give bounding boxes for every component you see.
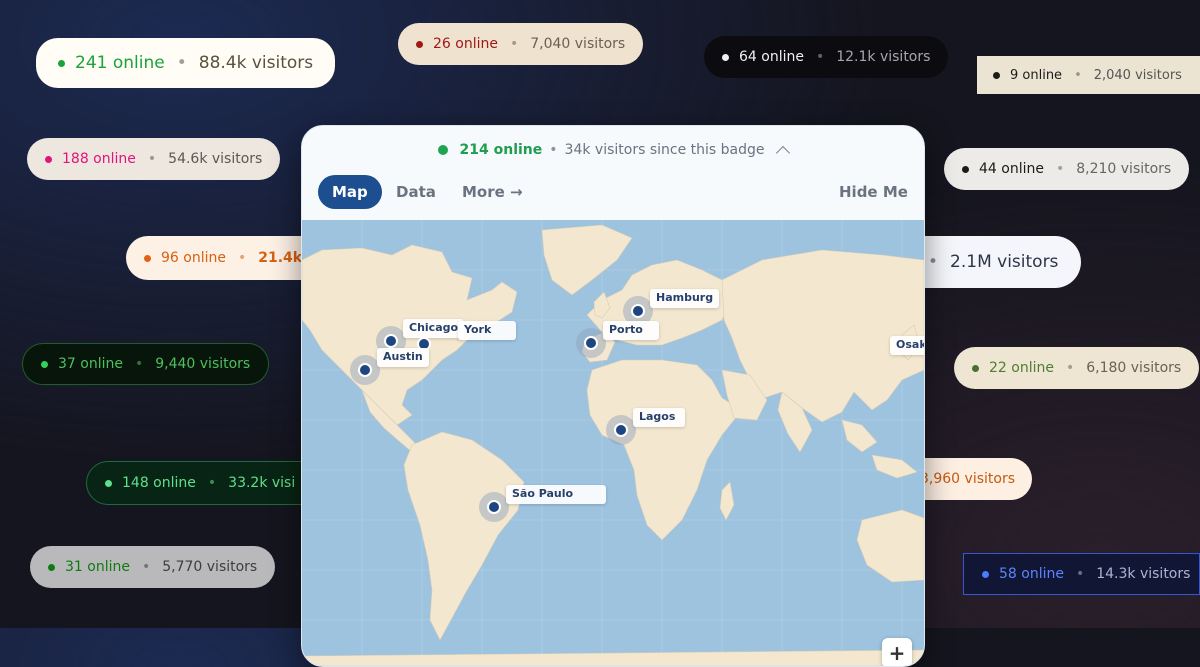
- city-label: São Paulo: [506, 485, 606, 504]
- badge-separator: •: [176, 53, 187, 73]
- status-dot-icon: [41, 360, 48, 368]
- badge-separator: •: [134, 356, 144, 372]
- marker-dot: [631, 304, 645, 318]
- badge-online: 58 online: [999, 566, 1064, 582]
- city-label: Hamburg: [650, 289, 720, 308]
- badge-visitors: 7,040 visitors: [530, 36, 626, 52]
- badge-separator: •: [1055, 161, 1065, 177]
- badge-online: 44 online: [979, 161, 1044, 177]
- visitor-badge[interactable]: 241 online • 88.4k visitors: [36, 38, 336, 88]
- badge-online: 37 online: [58, 356, 123, 372]
- badge-online: 241 online: [75, 53, 165, 73]
- badge-separator: •: [207, 475, 217, 491]
- visitor-badge[interactable]: • 2.1M visitors: [900, 236, 1081, 288]
- visitor-badge[interactable]: 148 online • 33.2k visi: [86, 461, 302, 505]
- badge-separator: •: [1074, 67, 1082, 83]
- widget-header: 214 online • 34k visitors since this bad…: [302, 126, 924, 174]
- badge-visitors: 14.3k visitors: [1096, 566, 1191, 582]
- badge-visitors: 21.4k: [258, 250, 303, 266]
- status-dot-icon: [982, 570, 989, 578]
- badge-separator: •: [928, 252, 939, 272]
- visitor-badge[interactable]: 188 online • 54.6k visitors: [27, 138, 281, 180]
- tab-map[interactable]: Map: [318, 175, 382, 209]
- tab-more[interactable]: More →: [462, 175, 523, 209]
- widget-visitors-since: 34k visitors since this badge: [564, 142, 765, 158]
- world-map[interactable]: Chicago York Austin Hamburg Porto Lagos: [302, 220, 924, 666]
- chevron-up-icon[interactable]: [776, 145, 791, 160]
- city-label: Osak: [890, 336, 924, 355]
- widget-tabs: Map Data More → Hide Me: [302, 174, 924, 220]
- badge-visitors: 3,960 visitors: [920, 471, 1015, 487]
- status-dot-icon: [58, 59, 65, 67]
- badge-visitors: 12.1k visitors: [836, 49, 931, 65]
- status-dot-icon: [144, 254, 151, 262]
- plus-icon[interactable]: +: [882, 638, 912, 666]
- status-dot-icon: [962, 165, 969, 173]
- badge-online: 22 online: [989, 360, 1054, 376]
- status-dot-icon: [993, 71, 1000, 79]
- badge-visitors: 88.4k visitors: [198, 53, 314, 73]
- city-label: Porto: [603, 321, 659, 340]
- status-dot-icon: [416, 40, 423, 48]
- badge-separator: •: [509, 36, 519, 52]
- visitor-widget: 214 online • 34k visitors since this bad…: [301, 125, 925, 667]
- badge-separator: •: [237, 250, 247, 266]
- badge-separator: •: [1075, 566, 1085, 582]
- badge-online: 148 online: [122, 475, 196, 491]
- badge-online: 26 online: [433, 36, 498, 52]
- visitor-badge[interactable]: 96 online • 21.4k: [126, 236, 326, 280]
- status-dot-icon: [722, 53, 729, 61]
- marker-dot: [384, 334, 398, 348]
- marker-dot: [487, 500, 501, 514]
- badge-visitors: 8,210 visitors: [1076, 161, 1172, 177]
- green-dot-icon: [437, 145, 448, 155]
- badge-separator: •: [147, 151, 157, 167]
- badge-visitors: 33.2k visi: [228, 475, 296, 491]
- visitor-badge[interactable]: 26 online • 7,040 visitors: [398, 23, 644, 65]
- badge-separator: •: [1065, 360, 1075, 376]
- visitor-badge[interactable]: 9 online • 2,040 visitors: [977, 56, 1200, 94]
- status-dot-icon: [45, 155, 52, 163]
- badge-visitors: 2.1M visitors: [950, 252, 1059, 272]
- city-label: Chicago: [403, 319, 465, 338]
- badge-online: 64 online: [739, 49, 804, 65]
- city-label: York: [458, 321, 516, 340]
- hide-me-button[interactable]: Hide Me: [839, 175, 908, 209]
- city-label: Austin: [377, 348, 429, 367]
- marker-dot: [584, 336, 598, 350]
- badge-visitors: 54.6k visitors: [168, 151, 263, 167]
- visitor-badge[interactable]: 58 online • 14.3k visitors: [963, 553, 1200, 595]
- badge-online: 188 online: [62, 151, 136, 167]
- badge-online: 31 online: [65, 559, 130, 575]
- badge-separator: •: [141, 559, 151, 575]
- badge-visitors: 9,440 visitors: [155, 356, 251, 372]
- status-dot-icon: [972, 364, 979, 372]
- status-dot-icon: [105, 479, 112, 487]
- badge-separator: •: [815, 49, 825, 65]
- status-dot-icon: [48, 563, 55, 571]
- badge-visitors: 2,040 visitors: [1093, 67, 1182, 83]
- visitor-badge[interactable]: 44 online • 8,210 visitors: [944, 148, 1190, 190]
- badge-online: 9 online: [1010, 67, 1063, 83]
- tab-data[interactable]: Data: [396, 175, 436, 209]
- visitor-badge[interactable]: 22 online • 6,180 visitors: [954, 347, 1200, 389]
- badge-online: 96 online: [161, 250, 226, 266]
- city-label: Lagos: [633, 408, 685, 427]
- marker-dot: [614, 423, 628, 437]
- badge-visitors: 6,180 visitors: [1086, 360, 1182, 376]
- widget-online-count: 214 online: [459, 142, 543, 158]
- widget-separator: •: [549, 142, 558, 158]
- marker-dot: [358, 363, 372, 377]
- visitor-badge[interactable]: 64 online • 12.1k visitors: [704, 36, 949, 78]
- badge-visitors: 5,770 visitors: [162, 559, 258, 575]
- visitor-badge[interactable]: 31 online • 5,770 visitors: [30, 546, 276, 588]
- visitor-badge[interactable]: 37 online • 9,440 visitors: [22, 343, 270, 385]
- visitor-badge[interactable]: 3,960 visitors: [910, 458, 1032, 500]
